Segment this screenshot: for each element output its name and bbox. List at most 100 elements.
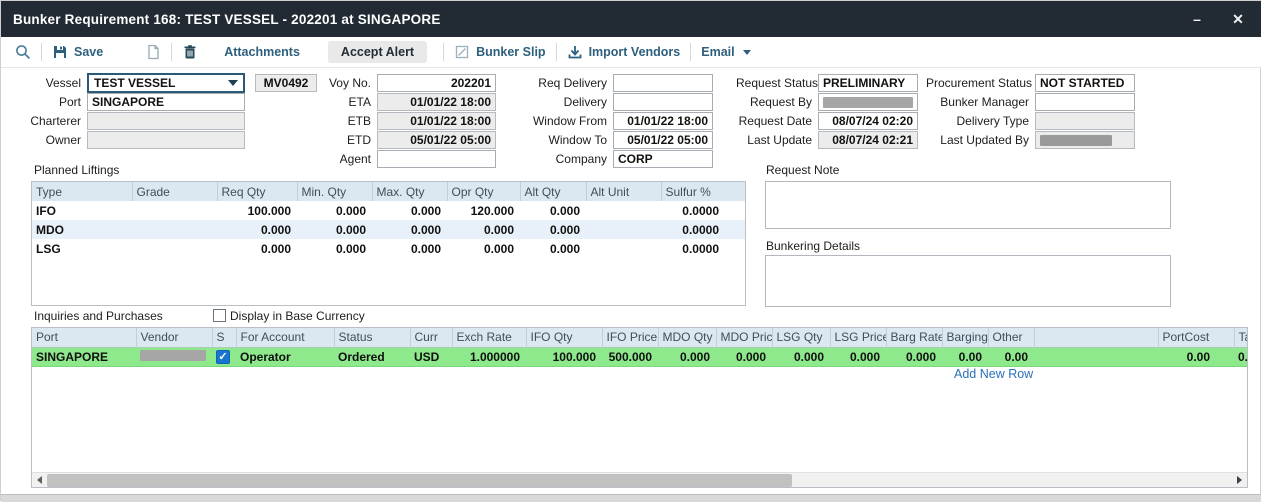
cell-selected[interactable] [212, 347, 236, 366]
cell-vendor[interactable] [136, 347, 212, 366]
save-button[interactable]: Save [52, 44, 103, 60]
cell-min-qty[interactable]: 0.000 [297, 220, 372, 239]
request-by-label: Request By [736, 95, 818, 109]
table-row[interactable]: MDO 0.000 0.000 0.000 0.000 0.000 0.0000 [32, 220, 745, 239]
cell-alt-unit[interactable] [586, 239, 661, 258]
delete-button[interactable] [182, 44, 198, 60]
cell-type[interactable]: MDO [32, 220, 132, 239]
scroll-left-arrow-icon[interactable] [32, 473, 47, 488]
cell-max-qty[interactable]: 0.000 [372, 201, 447, 220]
cell-barg-rate[interactable]: 0.000 [886, 347, 942, 366]
cell-req-qty[interactable]: 100.000 [217, 201, 297, 220]
cell-alt-qty[interactable]: 0.000 [520, 220, 586, 239]
request-note-input[interactable] [765, 181, 1171, 229]
scrollbar-thumb[interactable] [47, 474, 792, 487]
req-delivery-field[interactable] [613, 74, 713, 92]
company-label: Company [526, 152, 613, 166]
window-from-field[interactable]: 01/01/22 18:00 [613, 112, 713, 130]
accept-alert-button[interactable]: Accept Alert [328, 41, 427, 63]
close-icon[interactable]: ✕ [1223, 1, 1253, 37]
bunker-slip-button[interactable]: Bunker Slip [454, 44, 545, 60]
cell-type[interactable]: LSG [32, 239, 132, 258]
owner-label: Owner [11, 133, 87, 147]
cell-spacer[interactable] [1034, 347, 1158, 366]
search-button[interactable] [15, 44, 31, 60]
cell-req-qty[interactable]: 0.000 [217, 220, 297, 239]
cell-grade[interactable] [132, 220, 217, 239]
vessel-dropdown[interactable]: TEST VESSEL [87, 73, 245, 93]
last-update-label: Last Update [736, 133, 818, 147]
cell-port[interactable]: SINGAPORE [32, 347, 136, 366]
cell-curr[interactable]: USD [410, 347, 452, 366]
table-row[interactable]: IFO 100.000 0.000 0.000 120.000 0.000 0.… [32, 201, 745, 220]
table-row[interactable]: SINGAPORE Operator Ordered USD 1.000000 … [32, 347, 1248, 366]
cell-ifo-qty[interactable]: 100.000 [526, 347, 602, 366]
request-date-label: Request Date [736, 114, 818, 128]
delivery-type-label: Delivery Type [926, 114, 1035, 128]
window-to-field[interactable]: 05/01/22 05:00 [613, 131, 713, 149]
cell-max-qty[interactable]: 0.000 [372, 220, 447, 239]
bunkering-details-input[interactable] [765, 255, 1171, 307]
save-label: Save [74, 45, 103, 59]
new-document-button[interactable] [145, 44, 161, 60]
column-header-spacer [1034, 328, 1158, 347]
cell-alt-unit[interactable] [586, 201, 661, 220]
port-field[interactable]: SINGAPORE [87, 93, 245, 111]
cell-opr-qty[interactable]: 120.000 [447, 201, 520, 220]
selected-checkbox[interactable] [216, 350, 230, 364]
table-row[interactable]: LSG 0.000 0.000 0.000 0.000 0.000 0.0000 [32, 239, 745, 258]
cell-sulfur[interactable]: 0.0000 [661, 201, 745, 220]
cell-tax[interactable]: 0.00 [1234, 347, 1248, 366]
horizontal-scrollbar[interactable] [32, 472, 1247, 487]
cell-min-qty[interactable]: 0.000 [297, 239, 372, 258]
port-label: Port [11, 95, 87, 109]
eta-label: ETA [301, 95, 377, 109]
column-header: Barging [942, 328, 988, 347]
minimize-icon[interactable]: – [1182, 1, 1212, 37]
cell-lsg-price[interactable]: 0.000 [830, 347, 886, 366]
cell-opr-qty[interactable]: 0.000 [447, 220, 520, 239]
import-vendors-label: Import Vendors [589, 45, 681, 59]
bunker-manager-field[interactable] [1035, 93, 1135, 111]
cell-barging[interactable]: 0.00 [942, 347, 988, 366]
voy-no-field[interactable]: 202201 [377, 74, 496, 92]
agent-field[interactable] [377, 150, 496, 168]
delivery-field[interactable] [613, 93, 713, 111]
cell-other[interactable]: 0.00 [988, 347, 1034, 366]
column-header: IFO Qty [526, 328, 602, 347]
email-menu-button[interactable]: Email [701, 45, 750, 59]
request-status-label: Request Status [736, 76, 818, 90]
cell-min-qty[interactable]: 0.000 [297, 201, 372, 220]
cell-grade[interactable] [132, 201, 217, 220]
cell-sulfur[interactable]: 0.0000 [661, 220, 745, 239]
cell-mdo-qty[interactable]: 0.000 [658, 347, 716, 366]
scroll-right-arrow-icon[interactable] [1232, 473, 1247, 488]
column-header: Min. Qty [297, 182, 372, 201]
cell-alt-unit[interactable] [586, 220, 661, 239]
cell-exch-rate[interactable]: 1.000000 [452, 347, 526, 366]
company-field[interactable]: CORP [613, 150, 713, 168]
cell-ifo-price[interactable]: 500.000 [602, 347, 658, 366]
cell-portcost[interactable]: 0.00 [1158, 347, 1234, 366]
cell-sulfur[interactable]: 0.0000 [661, 239, 745, 258]
window-from-label: Window From [526, 114, 613, 128]
cell-alt-qty[interactable]: 0.000 [520, 201, 586, 220]
cell-alt-qty[interactable]: 0.000 [520, 239, 586, 258]
cell-req-qty[interactable]: 0.000 [217, 239, 297, 258]
cell-status[interactable]: Ordered [334, 347, 410, 366]
planned-liftings-title: Planned Liftings [34, 163, 119, 177]
column-header: Alt Qty [520, 182, 586, 201]
cell-type[interactable]: IFO [32, 201, 132, 220]
display-base-currency-checkbox[interactable] [213, 309, 226, 322]
cell-max-qty[interactable]: 0.000 [372, 239, 447, 258]
import-vendors-button[interactable]: Import Vendors [567, 44, 681, 60]
voy-no-label: Voy No. [301, 76, 377, 90]
add-new-row-link[interactable]: Add New Row [954, 367, 1033, 381]
cell-mdo-price[interactable]: 0.000 [716, 347, 772, 366]
cell-lsg-qty[interactable]: 0.000 [772, 347, 830, 366]
cell-for-account[interactable]: Operator [236, 347, 334, 366]
cell-opr-qty[interactable]: 0.000 [447, 239, 520, 258]
attachments-button[interactable]: Attachments [224, 45, 300, 59]
cell-grade[interactable] [132, 239, 217, 258]
last-updated-by-label: Last Updated By [926, 133, 1035, 147]
